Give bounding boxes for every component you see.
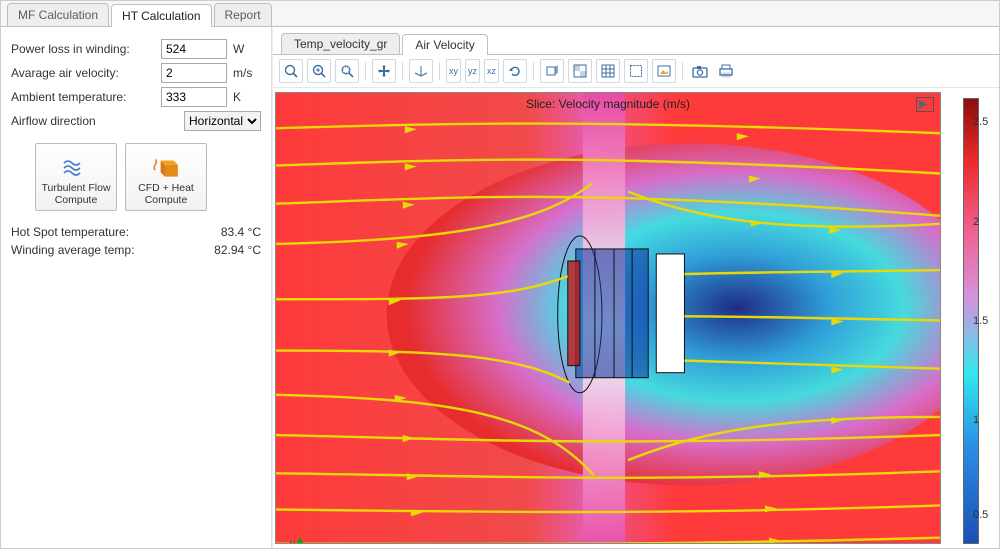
zoom-extents-icon [284,64,298,78]
grid-button[interactable] [596,59,620,83]
show-button[interactable] [652,59,676,83]
button-label: CFD + Heat Compute [128,182,204,206]
grid-icon [601,64,615,78]
zoom-box-button[interactable] [335,59,359,83]
transparency-button[interactable] [568,59,592,83]
power-loss-unit: W [233,42,261,56]
zoom-in-icon [312,64,326,78]
result-label: Winding average temp: [11,243,214,257]
tab-temp-velocity[interactable]: Temp_velocity_gr [281,33,400,54]
separator [682,62,683,80]
turbulent-flow-compute-button[interactable]: Turbulent Flow Compute [35,143,117,211]
snapshot-button[interactable] [689,60,711,82]
view-xy-button[interactable]: xy [446,59,461,83]
separator [365,62,366,80]
heatmap-svg [276,93,940,544]
separator [533,62,534,80]
zoom-in-button[interactable] [307,59,331,83]
param-label: Avarage air velocity: [11,66,161,80]
tick: 2.5 [973,116,988,128]
tab-ht-calculation[interactable]: HT Calculation [111,4,211,27]
tab-report[interactable]: Report [214,3,272,26]
airflow-direction-select[interactable]: Horizontal [184,111,261,131]
camera-icon [692,64,708,78]
main-tab-bar: MF Calculation HT Calculation Report [1,1,999,27]
velocity-plot[interactable]: Slice: Velocity magnitude (m/s) [275,92,941,544]
tick: 1.5 [973,315,988,327]
axis-3d-icon [414,64,428,78]
tick: 0.5 [973,509,988,521]
param-label: Power loss in winding: [11,42,161,56]
power-loss-input[interactable] [161,39,227,59]
print-button[interactable] [715,60,737,82]
hot-spot-value: 83.4 °C [221,225,261,239]
select-button[interactable] [624,59,648,83]
print-icon [718,64,734,78]
colorbar-ticks: 2.5 2 1.5 1 0.5 [973,98,997,550]
rotate-button[interactable] [503,59,527,83]
cfd-heat-compute-button[interactable]: CFD + Heat Compute [125,143,207,211]
transparency-icon [573,64,587,78]
tab-mf-calculation[interactable]: MF Calculation [7,3,109,26]
result-winding-avg: Winding average temp: 82.94 °C [11,243,261,257]
air-velocity-input[interactable] [161,63,227,83]
separator [402,62,403,80]
app-window: MF Calculation HT Calculation Report Pow… [0,0,1000,549]
pan-button[interactable] [372,59,396,83]
result-hot-spot: Hot Spot temperature: 83.4 °C [11,225,261,239]
view-yz-button[interactable]: yz [465,59,480,83]
param-label: Airflow direction [11,114,184,128]
separator [439,62,440,80]
parameters-panel: Power loss in winding: W Avarage air vel… [1,27,272,548]
button-label: Turbulent Flow Compute [38,182,114,206]
tick: 2 [973,216,979,228]
plot-tab-bar: Temp_velocity_gr Air Velocity [273,27,999,55]
colorbar: 2.5 2 1.5 1 0.5 [949,92,993,544]
svg-text:y: y [290,539,295,544]
winding-avg-value: 82.94 °C [214,243,261,257]
axis-icon: y x [290,537,326,544]
axis-orient-button[interactable] [409,59,433,83]
rotate-icon [508,64,522,78]
pan-icon [377,64,391,78]
scene-light-button[interactable] [540,59,564,83]
param-airflow-direction: Airflow direction Horizontal [11,111,261,131]
air-velocity-unit: m/s [233,66,261,80]
waves-icon [62,157,90,179]
plot-legend-icon [916,97,934,112]
compute-buttons: Turbulent Flow Compute CFD + Heat Comput… [35,143,261,211]
zoom-box-icon [340,64,354,78]
light-icon [545,64,559,78]
param-label: Ambient temperature: [11,90,161,104]
param-air-velocity: Avarage air velocity: m/s [11,63,261,83]
ambient-temp-unit: K [233,90,261,104]
select-icon [629,64,643,78]
result-label: Hot Spot temperature: [11,225,221,239]
zoom-extents-button[interactable] [279,59,303,83]
param-power-loss: Power loss in winding: W [11,39,261,59]
ambient-temp-input[interactable] [161,87,227,107]
plot-toolbar: xy yz xz [273,55,999,88]
image-icon [657,64,671,78]
tick: 1 [973,414,979,426]
cube-heat-icon [152,157,180,179]
plot-area: Slice: Velocity magnitude (m/s) [273,88,999,548]
plot-panel: Temp_velocity_gr Air Velocity xy yz xz [272,27,999,548]
plot-title: Slice: Velocity magnitude (m/s) [526,97,690,111]
tab-air-velocity[interactable]: Air Velocity [402,34,487,55]
param-ambient-temp: Ambient temperature: K [11,87,261,107]
view-xz-button[interactable]: xz [484,59,499,83]
main-area: Power loss in winding: W Avarage air vel… [1,27,999,548]
